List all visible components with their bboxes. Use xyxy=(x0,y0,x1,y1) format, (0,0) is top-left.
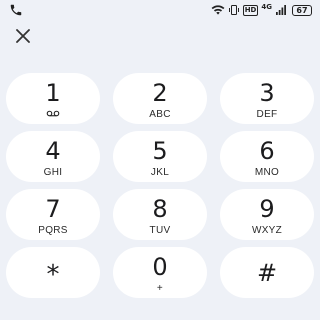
signal-icon xyxy=(276,5,286,15)
key-digit: 5 xyxy=(152,137,168,165)
key-letters: PQRS xyxy=(38,225,68,236)
key-letters: + xyxy=(156,283,164,294)
key-digit: 3 xyxy=(259,79,275,107)
network-type: 4G xyxy=(261,2,272,11)
status-bar: HD 4G 67 xyxy=(0,0,320,20)
key-digit: 6 xyxy=(259,137,275,165)
key-8[interactable]: 8 TUV xyxy=(113,189,207,240)
status-icons: HD 4G 67 xyxy=(211,3,312,17)
key-letters: GHI xyxy=(43,167,63,178)
voicemail-icon xyxy=(46,110,60,117)
close-button[interactable] xyxy=(11,24,35,48)
key-1[interactable]: 1 xyxy=(6,73,100,124)
dial-keypad: 1 2 ABC 3 DEF 4 GHI 5 JKL 6 MNO 7 PQRS 8… xyxy=(6,73,314,298)
key-digit: 8 xyxy=(152,195,168,223)
key-star[interactable]: * xyxy=(6,247,100,298)
wifi-icon xyxy=(211,5,225,15)
key-digit: * xyxy=(46,260,60,290)
hd-badge: HD xyxy=(242,4,259,16)
key-0[interactable]: 0 + xyxy=(113,247,207,298)
key-2[interactable]: 2 ABC xyxy=(113,73,207,124)
key-digit: 1 xyxy=(45,79,61,107)
key-6[interactable]: 6 MNO xyxy=(220,131,314,182)
key-9[interactable]: 9 WXYZ xyxy=(220,189,314,240)
key-letters: DEF xyxy=(256,109,278,120)
key-letters: JKL xyxy=(150,167,170,178)
battery-icon: 67 xyxy=(292,4,312,16)
key-3[interactable]: 3 DEF xyxy=(220,73,314,124)
key-letters: MNO xyxy=(254,167,280,178)
key-digit: 7 xyxy=(45,195,61,223)
key-digit: 0 xyxy=(152,253,168,281)
key-digit: 4 xyxy=(45,137,61,165)
key-5[interactable]: 5 JKL xyxy=(113,131,207,182)
key-letters: WXYZ xyxy=(251,225,283,236)
key-hash[interactable]: # xyxy=(220,247,314,298)
key-4[interactable]: 4 GHI xyxy=(6,131,100,182)
key-letters: ABC xyxy=(149,109,171,120)
phone-icon xyxy=(10,4,22,16)
vibrate-icon xyxy=(228,5,239,15)
key-digit: 2 xyxy=(152,79,168,107)
key-letters: TUV xyxy=(149,225,171,236)
key-7[interactable]: 7 PQRS xyxy=(6,189,100,240)
key-digit: # xyxy=(256,259,278,287)
key-digit: 9 xyxy=(259,195,275,223)
close-icon xyxy=(16,29,30,43)
